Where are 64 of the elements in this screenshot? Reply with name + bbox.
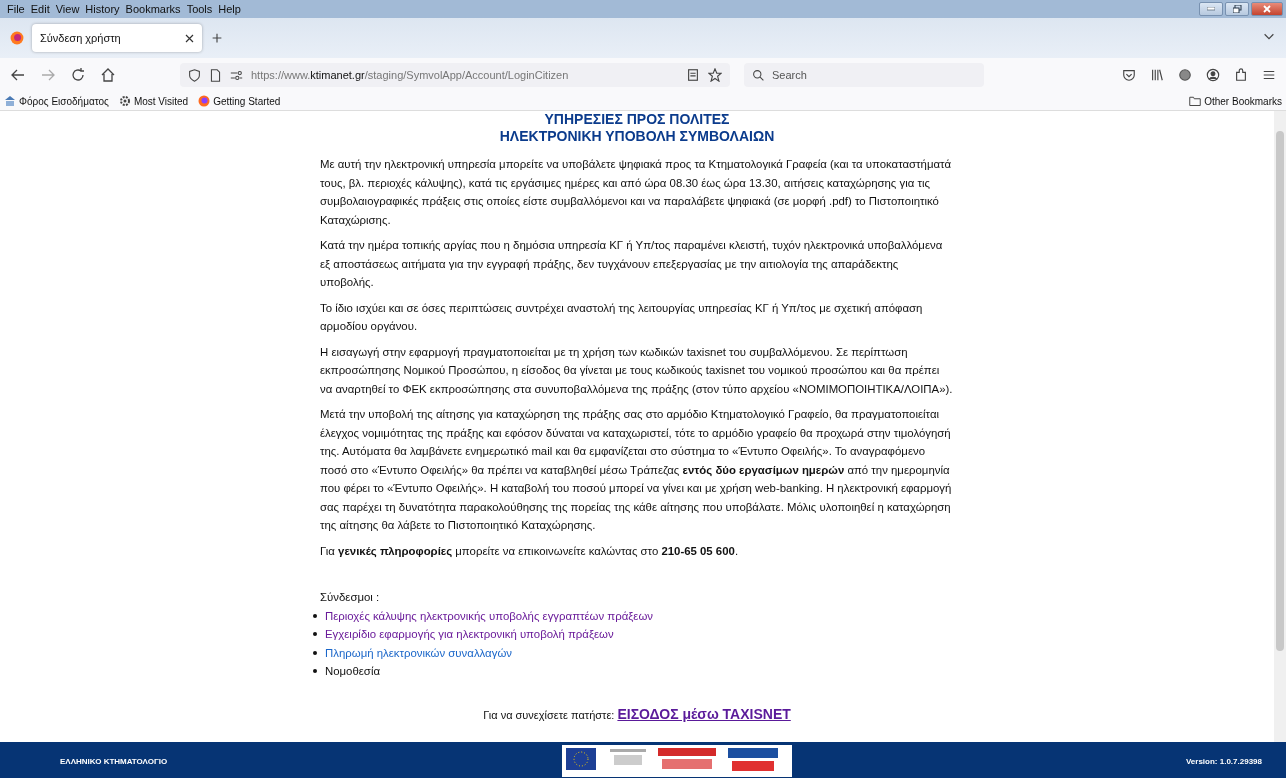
page-title: ΗΛΕΚΤΡΟΝΙΚΗ ΥΠΟΒΟΛΗ ΣΥΜΒΟΛΑΙΩΝ: [498, 128, 776, 145]
building-icon: [4, 95, 16, 107]
bookmark-item[interactable]: Most Visited: [118, 95, 189, 107]
address-bar[interactable]: https://www.ktimanet.gr/staging/SymvolApp/Account/LoginCitizen: [180, 63, 730, 87]
menu-item[interactable]: Bookmarks: [122, 3, 184, 15]
version-label: Version: 1.0.7.29398: [1185, 756, 1262, 766]
paragraph: Η εισαγωγή στην εφαρμογή πραγματοποιείται με τη χρήση των κωδικών taxisnet του συμβαλλόμενου. Σε περίπτωση εκπροσώπησης Νομικού Προσώπου, η είσοδος θα γίνεται με τους κωδικούς taxisnet του νομικού προσώπου και θα πρέπει να αναρτηθεί το ΦΕΚ εκπροσώπησης στα συνυποβαλλόμενα της πράξης (στον τύπο αρχείου «ΝΟΜΙΜΟΠΟΙΗΤΙΚΑ/ΛΟΙΠΑ»).: [320, 344, 954, 397]
pocket-icon[interactable]: [1122, 68, 1136, 82]
restore-button[interactable]: [1225, 2, 1249, 16]
bookmark-item[interactable]: Getting Started: [198, 95, 281, 107]
close-button[interactable]: [1251, 2, 1283, 16]
link[interactable]: Περιοχές κάλυψης ηλεκτρονικής υποβολής εγγραπτέων πράξεων: [325, 606, 653, 625]
minimize-button[interactable]: [1199, 2, 1223, 16]
paragraph: Κατά την ημέρα τοπικής αργίας που η δημόσια υπηρεσία ΚΓ ή Υπ/τος παραμένει κλειστή, τυχόν ηλεκτρονικά υποβαλλόμενα εξ αποστάσεως αιτήματα για την εγγραφή πράξης, δεν τυγχάνουν επεξεργασίας με την αιτιολογία της απαράδεκτης υποβολής.: [320, 238, 944, 290]
home-icon[interactable]: [100, 67, 116, 83]
browser-logo-icon[interactable]: [10, 31, 24, 45]
search-field[interactable]: Search: [744, 63, 984, 87]
login-link[interactable]: ΕΙΣΟΔΟΣ μέσω TAXISNET: [617, 705, 791, 722]
browser-logo-icon: [198, 95, 211, 107]
link[interactable]: Εγχειρίδιο εφαρμογής για ηλεκτρονική υποβολή πράξεων: [325, 625, 614, 644]
bullet-icon: [313, 613, 317, 618]
permissions-icon[interactable]: [230, 68, 243, 82]
list-text: Νομοθεσία: [325, 664, 381, 679]
search-icon[interactable]: [752, 69, 765, 82]
menu-item[interactable]: History: [82, 3, 123, 15]
restore-icon: [1232, 5, 1242, 13]
menu-icon[interactable]: [1262, 68, 1276, 82]
folder-icon[interactable]: [1189, 95, 1202, 107]
menu-item[interactable]: Tools: [183, 3, 216, 15]
links-heading: Σύνδεσμοι :: [320, 590, 381, 605]
menu-item[interactable]: Edit: [27, 3, 53, 15]
page-icon[interactable]: [209, 68, 222, 82]
continue-text: Για να συνεχίσετε πατήστε:: [483, 708, 615, 721]
extension-badge-icon[interactable]: [1178, 68, 1192, 82]
bookmark-item[interactable]: Φόρος Εισοδήματος: [4, 95, 109, 107]
close-icon: [1263, 5, 1271, 13]
shield-icon[interactable]: [188, 68, 201, 82]
paragraph: Με αυτή την ηλεκτρονική υπηρεσία μπορείτε να υποβάλετε ψηφιακά προς τα Κτηματολογικά Γραφεία (και τα υποκαταστήματά τους, βλ. περιοχές κάλυψης), κατά τις εργάσιμες ημέρες και από ώρα 08.30 έως ώρα 13.30, αιτήσεις καταχώρησης για τις συμβολαιογραφικές πράξεις στις οποίες είστε συμβαλλόμενοι και να παραλάβετε ψηφιακά (σε μορφή .pdf) το Πιστοποιητικό Καταχώρισης.: [320, 157, 953, 228]
close-icon[interactable]: [185, 33, 194, 43]
page-title: ΥΠΗΡΕΣΙΕΣ ΠΡΟΣ ΠΟΛΙΤΕΣ: [543, 111, 731, 128]
minimize-icon: [1207, 7, 1215, 11]
reader-view-icon[interactable]: [686, 68, 700, 82]
link[interactable]: Πληρωμή ηλεκτρονικών συναλλαγών: [325, 643, 512, 662]
menu-item[interactable]: View: [52, 3, 83, 15]
bullet-icon: [313, 669, 317, 674]
menu-item[interactable]: Help: [215, 3, 244, 15]
library-icon[interactable]: [1150, 68, 1164, 82]
bullet-icon: [313, 632, 317, 637]
extensions-icon[interactable]: [1234, 68, 1248, 82]
footer-title: ΕΛΛΗΝΙΚΟ ΚΤΗΜΑΤΟΛΟΓΙΟ: [60, 756, 168, 766]
new-tab-icon[interactable]: [210, 31, 224, 45]
menu-item[interactable]: File: [4, 3, 28, 15]
paragraph: Για γενικές πληροφορίες μπορείτε να επικοινωνείτε καλώντας στο 210-65 05 600.: [320, 543, 740, 559]
scrollbar[interactable]: [1274, 111, 1286, 742]
paragraph: Το ίδιο ισχύει και σε όσες περιπτώσεις συντρέχει αναστολή της λειτουργίας υπηρεσίας ΚΓ ή Υπ/τος με σχετική απόφαση αρμοδίου οργάνου.: [320, 300, 924, 334]
star-icon[interactable]: [708, 68, 722, 82]
bookmark-item[interactable]: Other Bookmarks: [1189, 95, 1282, 107]
gear-icon: [118, 95, 131, 107]
browser-tab[interactable]: Σύνδεση χρήστη: [32, 24, 202, 52]
account-icon[interactable]: [1206, 68, 1220, 82]
reload-icon[interactable]: [70, 67, 86, 83]
paragraph: Μετά την υποβολή της αίτησης για καταχώρηση της πράξης σας στο αρμόδιο Κτηματολογικό Γραφείο, θα πραγματοποιείται έλεγχος νομιμότητας της πράξης και εφόσον δύναται να καταχωριστεί, τότε το αρμόδιο γραφείο θα προχωρά στην τιμολόγησή της. Αυτόματα θα λαμβάνετε ενημερωτικό mail και θα εμφανίζεται στο σύστημα το «Έντυπο Οφειλής». Το αναγραφόμενο ποσό στο «Έντυπο Οφειλής» θα πρέπει να καταβληθεί μέσω Τράπεζας εντός δύο εργασίμων ημερών από την ημερομηνία που φέρει το «Έντυπο Οφειλής». Η καταβολή του ποσού μπορεί να γίνει και με χρήση web-banking. Η ηλεκτρονική εφαρμογή σας παρέχει τη δυνατότητα παρακολούθησης της πορείας της κάθε αίτησης που υποβάλατε. Μόλις υλοποιηθεί η καταχώρηση της αίτησης θα λάβετε το Πιστοποιητικό Καταχώρησης.: [320, 407, 953, 533]
bullet-icon: [313, 650, 317, 655]
back-icon[interactable]: [10, 67, 26, 83]
